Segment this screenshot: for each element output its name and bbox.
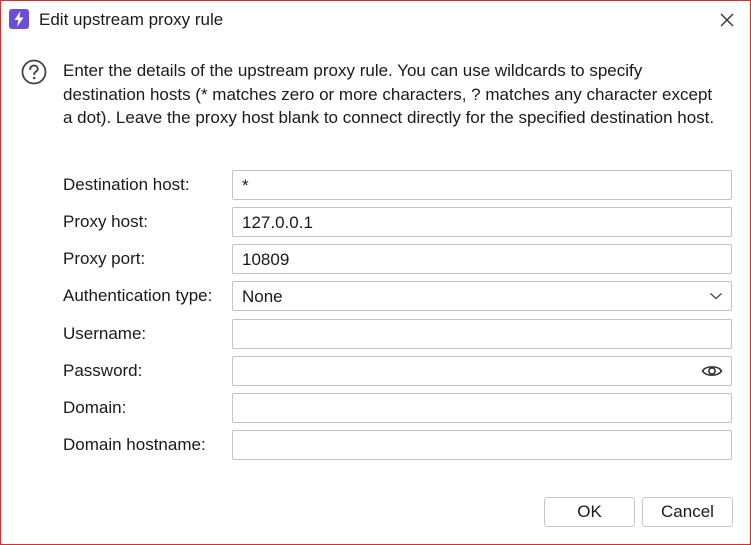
domain-hostname-row: Domain hostname: (63, 430, 733, 460)
username-row: Username: (63, 319, 733, 349)
proxy-host-row: Proxy host: 127.0.0.1 (63, 207, 733, 237)
proxy-host-value: 127.0.0.1 (242, 213, 313, 232)
dialog-window: Edit upstream proxy rule Enter the detai… (0, 0, 751, 545)
eye-icon[interactable] (701, 363, 723, 379)
domain-input[interactable] (232, 393, 732, 423)
domain-hostname-input[interactable] (232, 430, 732, 460)
auth-type-value: None (242, 287, 283, 306)
domain-hostname-label: Domain hostname: (63, 435, 206, 454)
destination-host-input[interactable]: * (232, 170, 732, 200)
username-input[interactable] (232, 319, 732, 349)
domain-row: Domain: (63, 393, 733, 423)
password-row: Password: (63, 356, 733, 386)
window-title: Edit upstream proxy rule (39, 10, 224, 29)
destination-host-label: Destination host: (63, 175, 190, 194)
question-circle-icon (21, 59, 47, 85)
proxy-host-input[interactable]: 127.0.0.1 (232, 207, 732, 237)
lightning-bolt-icon (9, 9, 29, 29)
auth-type-label: Authentication type: (63, 286, 213, 305)
ok-button[interactable]: OK (544, 497, 635, 527)
close-icon (720, 13, 734, 27)
auth-type-select[interactable]: None (232, 281, 732, 311)
proxy-host-label: Proxy host: (63, 212, 149, 231)
proxy-port-input[interactable]: 10809 (232, 244, 732, 274)
chevron-down-icon (710, 293, 722, 300)
auth-type-row: Authentication type: None (63, 281, 733, 311)
password-label: Password: (63, 361, 143, 380)
proxy-port-value: 10809 (242, 250, 290, 269)
destination-host-value: * (242, 176, 249, 195)
info-text: Enter the details of the upstream proxy … (63, 61, 715, 127)
close-button[interactable] (704, 1, 750, 39)
title-bar: Edit upstream proxy rule (1, 1, 750, 39)
proxy-port-row: Proxy port: 10809 (63, 244, 733, 274)
cancel-button[interactable]: Cancel (642, 497, 733, 527)
password-input[interactable] (232, 356, 732, 386)
destination-host-row: Destination host: * (63, 170, 733, 200)
proxy-port-label: Proxy port: (63, 249, 146, 268)
username-label: Username: (63, 324, 147, 343)
domain-label: Domain: (63, 398, 127, 417)
